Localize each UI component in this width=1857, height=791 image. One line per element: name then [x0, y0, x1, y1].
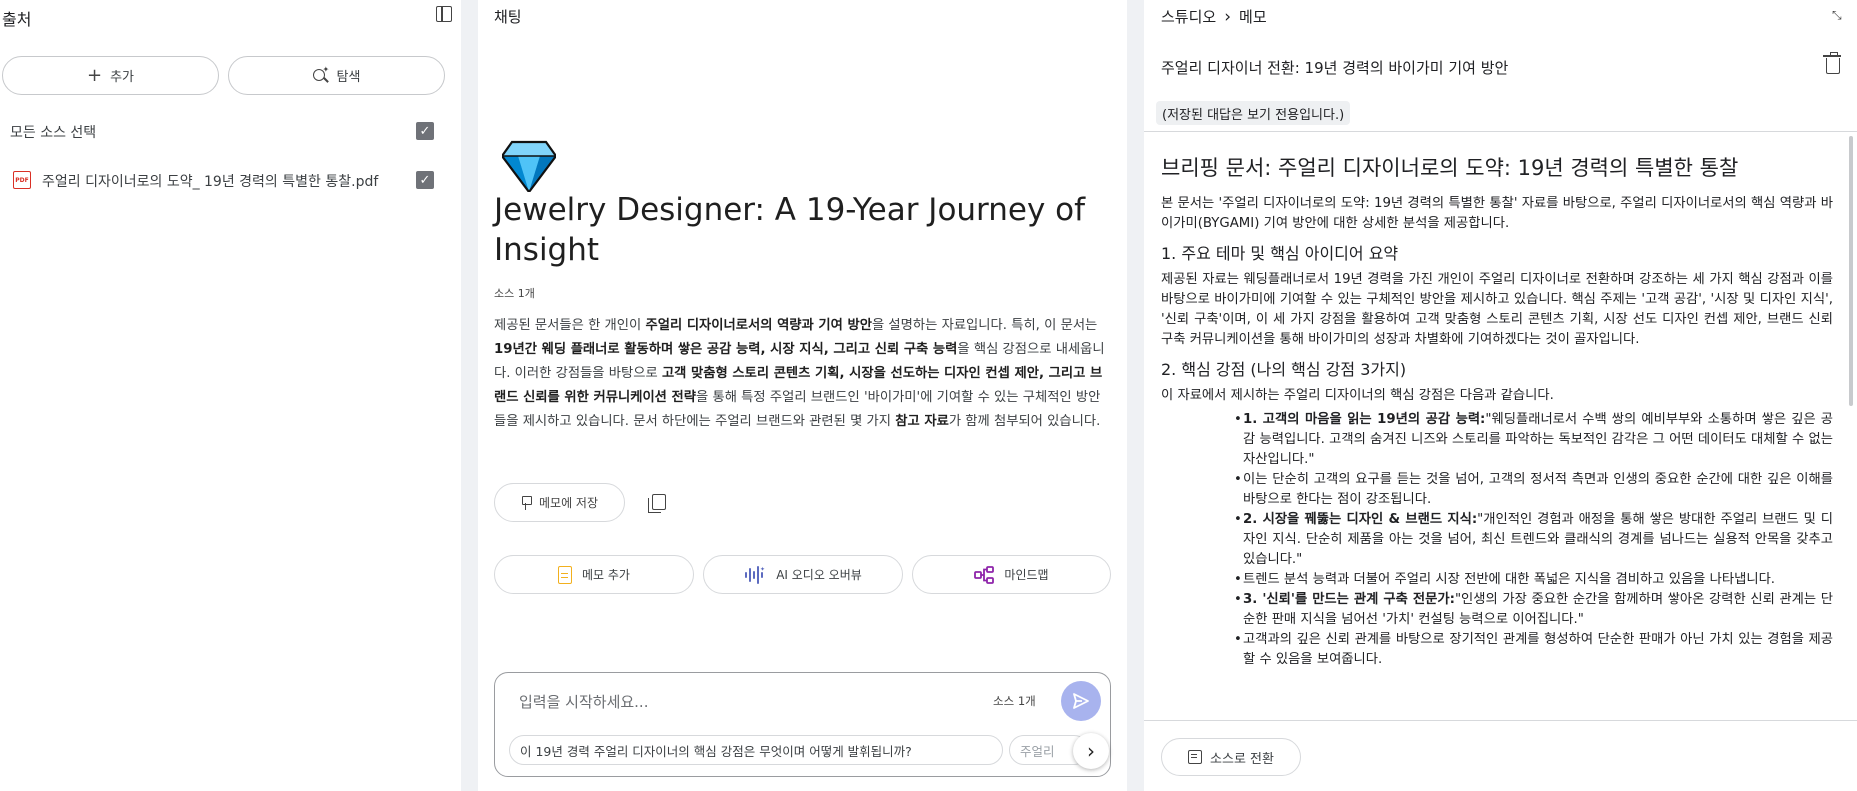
suggested-question-chip[interactable]: 이 19년 경력 주얼리 디자이너의 핵심 강점은 무엇이며 어떻게 발휘됩니까… [509, 735, 1003, 765]
mindmap-icon [974, 565, 995, 584]
source-count: 소스 1개 [494, 287, 535, 300]
save-to-memo-button[interactable]: 메모에 저장 [494, 483, 625, 522]
bullet-strong: 3. '신뢰'를 만드는 관계 구축 전문가: [1243, 592, 1455, 607]
chevron-right-icon: › [1224, 6, 1232, 27]
send-button[interactable] [1061, 681, 1101, 721]
breadcrumb-studio[interactable]: 스튜디오 [1161, 6, 1216, 27]
bullet-text: 트렌드 분석 능력과 더불어 주얼리 시장 전반에 대한 폭넓은 지식을 겸비하… [1243, 572, 1776, 587]
notebook-summary: 제공된 문서들은 한 개인이 주얼리 디자이너로서의 역량과 기여 방안을 설명… [494, 318, 1105, 429]
bullet-text: 고객과의 깊은 신뢰 관계를 바탕으로 장기적인 관계를 형성하여 단순한 판매… [1243, 632, 1833, 667]
source-item-checkbox[interactable]: ✓ [416, 171, 434, 189]
sources-panel-title: 출처 [2, 10, 32, 29]
bullet-strong: 1. 고객의 마음을 읽는 19년의 공감 능력: [1243, 412, 1486, 427]
plus-icon: + [86, 64, 103, 86]
readonly-notice: (저장된 대답은 보기 전용입니다.) [1156, 101, 1351, 125]
chevron-right-icon[interactable]: › [1073, 733, 1109, 769]
memo-section-1-body: 제공된 자료는 웨딩플래너로서 19년 경력을 가진 개인이 주얼리 디자이너로… [1161, 272, 1833, 347]
convert-to-source-button[interactable]: 소스로 전환 [1161, 738, 1301, 776]
explore-source-label: 탐색 [336, 70, 361, 85]
memo-intro: 본 문서는 '주얼리 디자이너로의 도약: 19년 경력의 특별한 통찰' 자료… [1161, 196, 1833, 231]
chat-input-placeholder[interactable]: 입력을 시작하세요... [519, 691, 648, 712]
audio-waveform-icon: ✦ [745, 565, 765, 584]
list-item: 1. 고객의 마음을 읽는 19년의 공감 능력:"웨딩플래너로서 수백 쌍의 … [1234, 410, 1833, 470]
notebook-title: Jewelry Designer: A 19-Year Journey of I… [494, 192, 1086, 268]
pdf-icon: PDF [13, 171, 31, 189]
list-item: 이는 단순히 고객의 요구를 듣는 것을 넘어, 고객의 정서적 측면과 인생의… [1234, 470, 1833, 510]
list-item: 트렌드 분석 능력과 더불어 주얼리 시장 전반에 대한 폭넓은 지식을 겸비하… [1234, 570, 1833, 590]
list-item: 2. 시장을 꿰뚫는 디자인 & 브랜드 지식:"개인적인 경험과 애정을 통해… [1234, 510, 1833, 570]
sources-panel: 출처 + 추가 ✦ 탐색 모든 소스 선택 ✓ PDF 주얼리 디자이너로의 도… [0, 0, 461, 791]
select-all-checkbox[interactable]: ✓ [416, 122, 434, 140]
memo-section-2-intro: 이 자료에서 제시하는 주얼리 디자이너의 핵심 강점은 다음과 같습니다. [1161, 388, 1554, 403]
add-source-button[interactable]: + 추가 [2, 56, 219, 95]
memo-content: 브리핑 문서: 주얼리 디자이너로의 도약: 19년 경력의 특별한 통찰 본 … [1161, 148, 1833, 720]
breadcrumb-memo: 메모 [1239, 8, 1267, 26]
source-item-name: 주얼리 디자이너로의 도약_ 19년 경력의 특별한 통찰.pdf [42, 174, 379, 190]
collapse-panel-icon[interactable] [436, 6, 452, 22]
convert-doc-icon [1188, 750, 1203, 764]
collapse-arrows-icon[interactable]: ⤡ [1832, 8, 1842, 23]
memo-section-2-title: 2. 핵심 강점 (나의 핵심 강점 3가지) [1161, 360, 1407, 379]
pin-icon [521, 495, 532, 510]
chat-panel-title: 채팅 [494, 8, 522, 26]
copy-icon[interactable] [648, 494, 666, 513]
list-item: 3. '신뢰'를 만드는 관계 구축 전문가:"인생의 가장 중요한 순간을 함… [1234, 590, 1833, 630]
chat-input-box[interactable]: 입력을 시작하세요... 소스 1개 이 19년 경력 주얼리 디자이너의 핵심… [494, 672, 1111, 777]
trash-icon[interactable] [1823, 52, 1841, 74]
add-memo-button[interactable]: 메모 추가 [494, 555, 694, 594]
audio-overview-label: AI 오디오 오버뷰 [776, 568, 862, 582]
breadcrumb: 스튜디오 › 메모 [1161, 6, 1267, 27]
memo-title: 주얼리 디자이너 전환: 19년 경력의 바이가미 기여 방안 [1161, 59, 1509, 77]
mindmap-button[interactable]: 마인드맵 [912, 555, 1111, 594]
memo-doc-title: 브리핑 문서: 주얼리 디자이너로의 도약: 19년 경력의 특별한 통찰 [1161, 156, 1739, 180]
diamond-gem-icon [502, 140, 556, 192]
chat-panel: 채팅 Jewelry Designer: A 19-Year Journey o… [478, 0, 1127, 791]
add-source-label: 추가 [110, 70, 134, 85]
memo-bullet-list: 1. 고객의 마음을 읽는 19년의 공감 능력:"웨딩플래너로서 수백 쌍의 … [1234, 410, 1833, 670]
svg-text:✦: ✦ [760, 566, 765, 573]
bullet-strong: 2. 시장을 꿰뚫는 디자인 & 브랜드 지식: [1243, 512, 1478, 527]
save-to-memo-label: 메모에 저장 [538, 496, 598, 510]
studio-panel: 스튜디오 › 메모 ⤡ 주얼리 디자이너 전환: 19년 경력의 바이가미 기여… [1144, 0, 1857, 791]
divider [1144, 720, 1857, 721]
list-item: 고객과의 깊은 신뢰 관계를 바탕으로 장기적인 관계를 형성하여 단순한 판매… [1234, 630, 1833, 670]
bullet-text: 이는 단순히 고객의 요구를 듣는 것을 넘어, 고객의 정서적 측면과 인생의… [1243, 472, 1833, 507]
divider [1144, 131, 1857, 132]
select-all-label: 모든 소스 선택 [10, 125, 97, 141]
scrollbar[interactable] [1849, 136, 1853, 406]
convert-to-source-label: 소스로 전환 [1210, 751, 1274, 767]
explore-source-button[interactable]: ✦ 탐색 [228, 56, 445, 95]
memo-doc-icon [558, 565, 572, 584]
send-icon [1073, 693, 1089, 709]
mindmap-label: 마인드맵 [1004, 568, 1049, 582]
add-memo-label: 메모 추가 [582, 568, 630, 582]
audio-overview-button[interactable]: ✦ AI 오디오 오버뷰 [703, 555, 903, 594]
search-spark-icon: ✦ [312, 65, 329, 84]
input-source-count: 소스 1개 [993, 694, 1036, 708]
memo-section-1-title: 1. 주요 테마 및 핵심 아이디어 요약 [1161, 244, 1399, 263]
